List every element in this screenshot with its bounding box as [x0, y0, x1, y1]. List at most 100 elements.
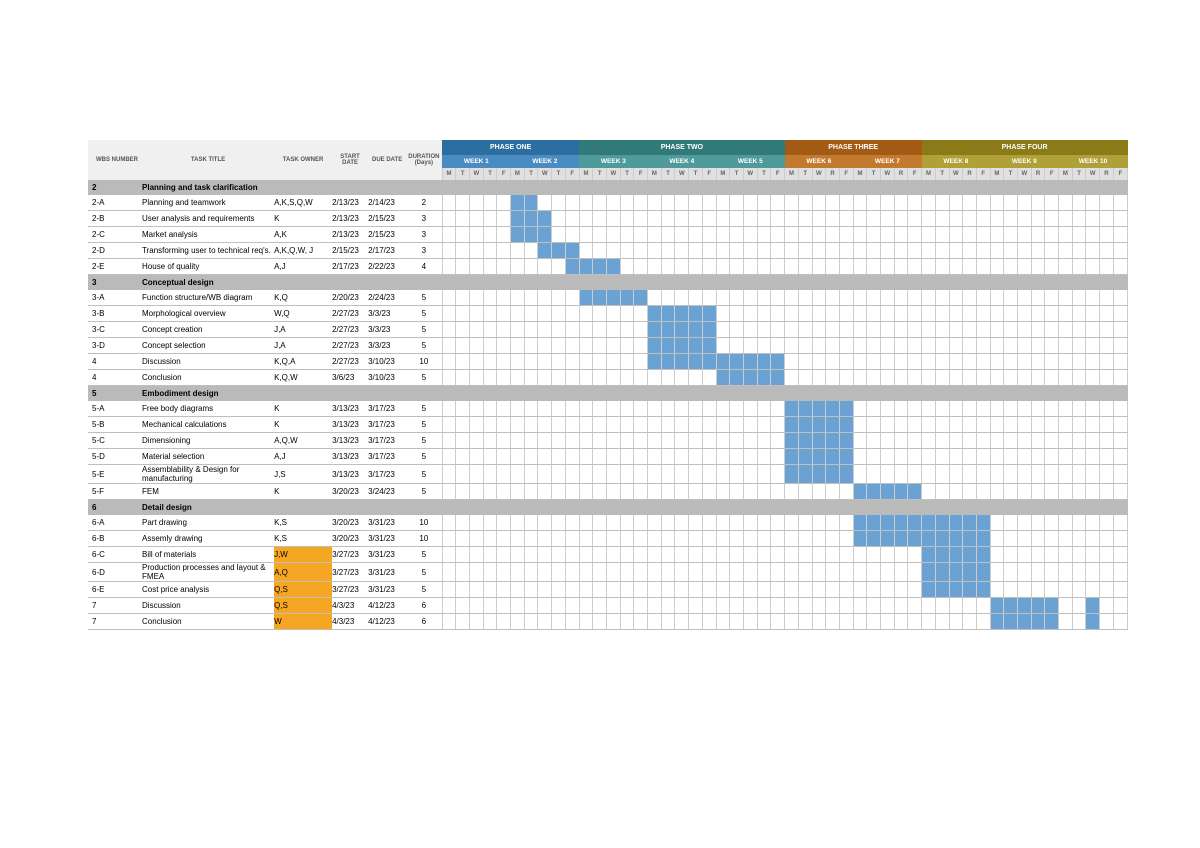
gantt-cell [442, 563, 456, 582]
gantt-bar-cell [935, 531, 949, 547]
gantt-cell [1017, 354, 1031, 370]
gantt-cell [497, 484, 511, 500]
gantt-cell [483, 322, 497, 338]
gantt-bar-cell [949, 582, 963, 598]
gantt-cell [839, 322, 853, 338]
gantt-cell [771, 243, 785, 259]
gantt-cell [593, 547, 607, 563]
task-duration: 2 [406, 195, 442, 211]
gantt-cell [839, 354, 853, 370]
gantt-cell [1072, 465, 1086, 484]
gantt-cell [839, 290, 853, 306]
gantt-cell [1004, 401, 1018, 417]
gantt-cell [976, 465, 990, 484]
task-start: 3/6/23 [332, 370, 368, 386]
task-due: 3/10/23 [368, 370, 406, 386]
gantt-cell [1004, 465, 1018, 484]
gantt-bar-cell [771, 354, 785, 370]
gantt-cell [771, 227, 785, 243]
gantt-cell [497, 243, 511, 259]
gantt-cell [579, 195, 593, 211]
gantt-cell [579, 465, 593, 484]
gantt-cell [963, 243, 977, 259]
gantt-cell [867, 370, 881, 386]
gantt-cell [1059, 370, 1073, 386]
gantt-cell [1072, 614, 1086, 630]
gantt-cell [648, 243, 662, 259]
gantt-cell [757, 582, 771, 598]
gantt-cell [949, 401, 963, 417]
gantt-cell [812, 322, 826, 338]
task-title: Concept selection [142, 338, 274, 354]
gantt-cell [894, 563, 908, 582]
task-owner: Q,S [274, 598, 332, 614]
gantt-cell [675, 259, 689, 275]
gantt-bar-cell [1045, 598, 1059, 614]
gantt-cell [1059, 484, 1073, 500]
gantt-cell [565, 338, 579, 354]
day-header: M [1059, 168, 1073, 180]
task-row: 2-CMarket analysisA,K2/13/232/15/233 [88, 227, 1128, 243]
gantt-bar-cell [839, 417, 853, 433]
gantt-cell [730, 449, 744, 465]
gantt-cell [524, 322, 538, 338]
gantt-cell [1113, 563, 1127, 582]
gantt-bar-cell [785, 417, 799, 433]
task-duration: 5 [406, 449, 442, 465]
gantt-cell [511, 306, 525, 322]
gantt-cell [1072, 417, 1086, 433]
gantt-bar-cell [908, 531, 922, 547]
gantt-cell [922, 211, 936, 227]
gantt-cell [730, 195, 744, 211]
gantt-cell [853, 401, 867, 417]
col-start: START DATE [332, 140, 368, 180]
gantt-cell [689, 259, 703, 275]
gantt-cell [483, 531, 497, 547]
gantt-cell [839, 338, 853, 354]
gantt-cell [1086, 417, 1100, 433]
gantt-cell [579, 322, 593, 338]
gantt-cell [497, 531, 511, 547]
gantt-cell [456, 449, 470, 465]
gantt-cell [620, 370, 634, 386]
gantt-cell [963, 370, 977, 386]
gantt-cell [785, 484, 799, 500]
gantt-cell [757, 598, 771, 614]
gantt-cell [538, 465, 552, 484]
gantt-cell [1045, 484, 1059, 500]
gantt-cell [1100, 598, 1114, 614]
gantt-cell [1004, 306, 1018, 322]
gantt-bar-cell [867, 484, 881, 500]
gantt-cell [1113, 401, 1127, 417]
task-title: Transforming user to technical req's. [142, 243, 274, 259]
gantt-cell [853, 433, 867, 449]
gantt-bar-cell [853, 484, 867, 500]
gantt-cell [1059, 338, 1073, 354]
task-due: 3/31/23 [368, 531, 406, 547]
gantt-cell [949, 306, 963, 322]
col-duration: DURATION(Days) [406, 140, 442, 180]
gantt-cell [579, 531, 593, 547]
gantt-cell [648, 290, 662, 306]
gantt-cell [839, 259, 853, 275]
gantt-cell [470, 354, 484, 370]
gantt-cell [798, 227, 812, 243]
gantt-cell [757, 306, 771, 322]
gantt-cell [1072, 433, 1086, 449]
gantt-cell [990, 465, 1004, 484]
week-header: WEEK 4 [648, 155, 716, 168]
gantt-cell [771, 401, 785, 417]
task-start: 3/20/23 [332, 484, 368, 500]
gantt-cell [730, 484, 744, 500]
gantt-bar-cell [922, 515, 936, 531]
gantt-cell [894, 417, 908, 433]
task-title: Discussion [142, 354, 274, 370]
gantt-cell [634, 354, 648, 370]
task-duration: 5 [406, 401, 442, 417]
gantt-cell [579, 417, 593, 433]
task-owner: A,K [274, 227, 332, 243]
gantt-cell [1059, 614, 1073, 630]
gantt-cell [442, 433, 456, 449]
gantt-cell [497, 582, 511, 598]
gantt-cell [661, 417, 675, 433]
